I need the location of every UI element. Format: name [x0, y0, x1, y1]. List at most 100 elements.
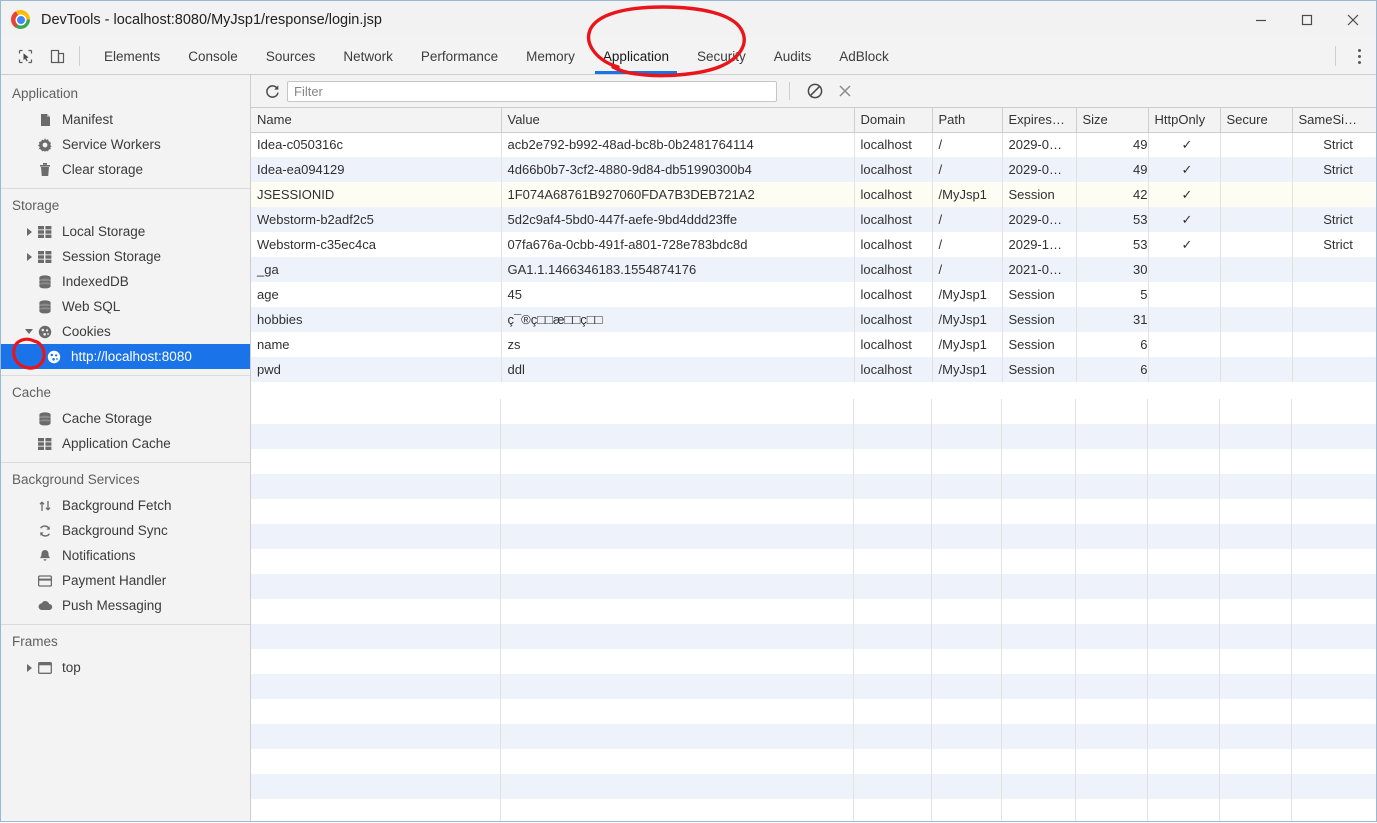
- tab-memory[interactable]: Memory: [512, 38, 589, 74]
- cookies-table-container[interactable]: Name Value Domain Path Expires… Size Htt…: [251, 108, 1376, 821]
- close-button[interactable]: [1330, 1, 1376, 38]
- column-header-path[interactable]: Path: [932, 108, 1003, 133]
- cell-domain: localhost: [854, 257, 933, 282]
- tab-audits[interactable]: Audits: [760, 38, 826, 74]
- cell-expires: Session: [1002, 282, 1077, 307]
- refresh-icon[interactable]: [257, 78, 287, 104]
- sidebar-item-local-storage[interactable]: Local Storage: [1, 219, 250, 244]
- sidebar-item-push-messaging[interactable]: Push Messaging: [1, 593, 250, 618]
- sidebar-item-payment-handler[interactable]: Payment Handler: [1, 568, 250, 593]
- sidebar-section-frames: Frames: [12, 634, 58, 649]
- table-header-row: Name Value Domain Path Expires… Size Htt…: [251, 108, 1376, 133]
- cell-path: /MyJsp1: [932, 282, 1003, 307]
- cell-secure: [1220, 357, 1293, 382]
- cell-httponly: [1148, 332, 1221, 357]
- tab-application[interactable]: Application: [589, 38, 683, 74]
- column-header-samesite[interactable]: SameSi…: [1292, 108, 1376, 133]
- chevron-right-icon[interactable]: [23, 252, 35, 261]
- table-row[interactable]: pwd ddl localhost/MyJsp1 Session 6: [251, 357, 1376, 382]
- sidebar-item-label: Push Messaging: [62, 598, 162, 613]
- chevron-down-icon[interactable]: [23, 329, 35, 334]
- column-header-size[interactable]: Size: [1076, 108, 1149, 133]
- cell-path: /MyJsp1: [932, 307, 1003, 332]
- tab-elements[interactable]: Elements: [90, 38, 174, 74]
- tab-security[interactable]: Security: [683, 38, 760, 74]
- column-header-name[interactable]: Name: [251, 108, 502, 133]
- grid-icon: [36, 437, 54, 450]
- sidebar-item-notifications[interactable]: Notifications: [1, 543, 250, 568]
- tab-performance[interactable]: Performance: [407, 38, 512, 74]
- cell-httponly: [1148, 282, 1221, 307]
- toolbar-divider: [79, 46, 80, 66]
- sidebar-item-cookie-origin[interactable]: http://localhost:8080: [1, 344, 250, 369]
- table-row[interactable]: age 45 localhost/MyJsp1 Session 5: [251, 282, 1376, 307]
- sidebar-item-cookies[interactable]: Cookies: [1, 319, 250, 344]
- table-row[interactable]: Idea-ea094129 4d66b0b7-3cf2-4880-9d84-db5…: [251, 157, 1376, 182]
- cell-domain: localhost: [854, 307, 933, 332]
- chevron-right-icon[interactable]: [23, 663, 35, 672]
- sidebar-item-web-sql[interactable]: Web SQL: [1, 294, 250, 319]
- cell-value: ç¯®ç□□æ□□ç□□: [501, 307, 855, 332]
- cell-name: hobbies: [251, 307, 502, 332]
- minimize-button[interactable]: [1238, 1, 1284, 38]
- tab-label: Security: [696, 48, 746, 64]
- cell-httponly: ✓: [1148, 132, 1221, 157]
- bell-icon: [36, 549, 54, 563]
- tab-label: Audits: [773, 48, 812, 64]
- more-options-icon[interactable]: [1342, 48, 1376, 64]
- clear-all-cookies-icon[interactable]: [800, 78, 830, 104]
- sidebar-divider: [1, 462, 250, 463]
- filter-input[interactable]: [287, 80, 777, 102]
- card-icon: [36, 574, 54, 587]
- sidebar-item-session-storage[interactable]: Session Storage: [1, 244, 250, 269]
- tab-adblock[interactable]: AdBlock: [825, 38, 903, 74]
- cell-secure: [1220, 132, 1293, 157]
- tab-label: Performance: [420, 48, 499, 64]
- cell-domain: localhost: [854, 207, 933, 232]
- table-row[interactable]: Idea-c050316c acb2e792-b992-48ad-bc8b-0b2…: [251, 132, 1376, 157]
- table-row[interactable]: _ga GA1.1.1466346183.1554874176 localhost /…: [251, 257, 1376, 282]
- column-header-secure[interactable]: Secure: [1220, 108, 1293, 133]
- sidebar-item-cache-storage[interactable]: Cache Storage: [1, 406, 250, 431]
- column-header-domain[interactable]: Domain: [854, 108, 933, 133]
- gear-icon: [36, 137, 54, 152]
- table-row[interactable]: JSESSIONID 1F074A68761B927060FDA7B3DEB721…: [251, 182, 1376, 207]
- table-row[interactable]: Webstorm-c35ec4ca 07fa676a-0cbb-491f-a801…: [251, 232, 1376, 257]
- sidebar-item-indexeddb[interactable]: IndexedDB: [1, 269, 250, 294]
- cell-httponly: ✓: [1148, 232, 1221, 257]
- cell-value: 07fa676a-0cbb-491f-a801-728e783bdc8d: [501, 232, 855, 257]
- cell-samesite: Strict: [1292, 207, 1376, 232]
- sidebar-section-background-services: Background Services: [12, 472, 140, 487]
- inspect-element-icon[interactable]: [9, 38, 41, 74]
- sidebar-item-frame-top[interactable]: top: [1, 655, 250, 680]
- cell-size: 49: [1076, 132, 1149, 157]
- cell-secure: [1220, 307, 1293, 332]
- table-row[interactable]: Webstorm-b2adf2c5 5d2c9af4-5bd0-447f-aefe…: [251, 207, 1376, 232]
- chevron-right-icon[interactable]: [23, 227, 35, 236]
- tab-label: Network: [343, 48, 393, 64]
- delete-selected-icon[interactable]: [830, 78, 860, 104]
- tab-console[interactable]: Console: [174, 38, 252, 74]
- cell-path: /MyJsp1: [932, 182, 1003, 207]
- devtools-window: DevTools - localhost:8080/MyJsp1/respons…: [0, 0, 1377, 822]
- cell-path: /MyJsp1: [932, 357, 1003, 382]
- sidebar-item-label: Clear storage: [62, 162, 144, 177]
- sidebar-item-background-sync[interactable]: Background Sync: [1, 518, 250, 543]
- cell-size: 53: [1076, 207, 1149, 232]
- sidebar-item-manifest[interactable]: Manifest: [1, 107, 250, 132]
- device-toolbar-icon[interactable]: [41, 38, 73, 74]
- tab-network[interactable]: Network: [329, 38, 407, 74]
- sidebar-item-clear-storage[interactable]: Clear storage: [1, 157, 250, 182]
- sidebar-item-background-fetch[interactable]: Background Fetch: [1, 493, 250, 518]
- column-header-expires[interactable]: Expires…: [1002, 108, 1077, 133]
- column-header-value[interactable]: Value: [501, 108, 855, 133]
- sidebar-item-application-cache[interactable]: Application Cache: [1, 431, 250, 456]
- column-header-httponly[interactable]: HttpOnly: [1148, 108, 1221, 133]
- maximize-button[interactable]: [1284, 1, 1330, 38]
- cell-secure: [1220, 207, 1293, 232]
- sidebar-item-service-workers[interactable]: Service Workers: [1, 132, 250, 157]
- cell-size: 49: [1076, 157, 1149, 182]
- table-row[interactable]: hobbies ç¯®ç□□æ□□ç□□ localhost/MyJsp1 Sessi…: [251, 307, 1376, 332]
- table-row[interactable]: name zs localhost/MyJsp1 Session 6: [251, 332, 1376, 357]
- tab-sources[interactable]: Sources: [252, 38, 330, 74]
